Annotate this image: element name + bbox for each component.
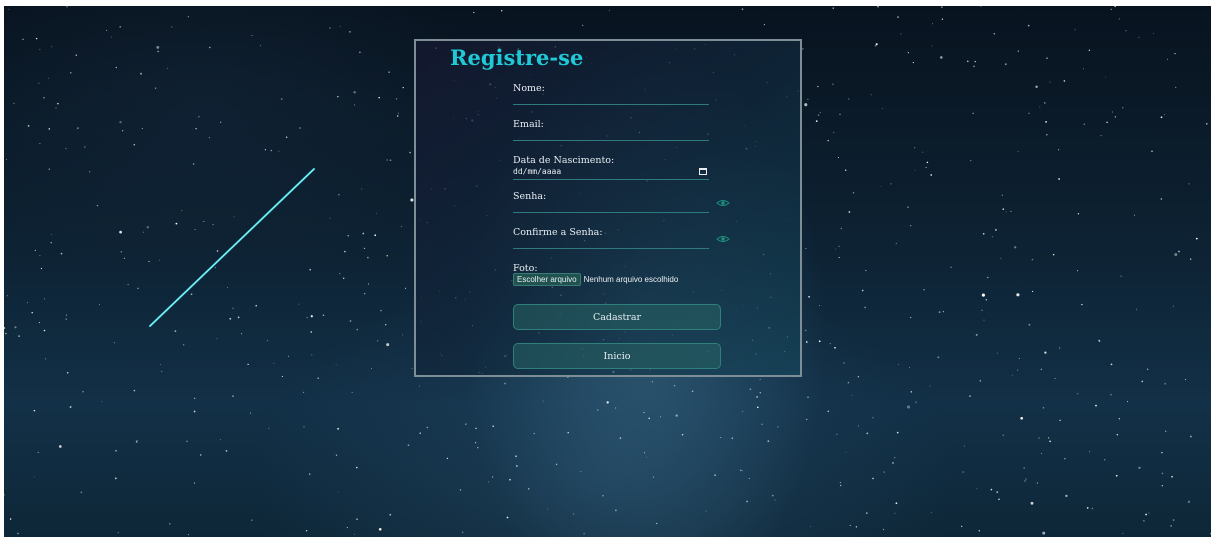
home-button[interactable]: Inicio (513, 343, 721, 369)
eye-icon[interactable] (716, 234, 730, 244)
choose-file-button[interactable]: Escolher arquivo (513, 273, 581, 286)
email-field[interactable]: Email: (513, 119, 709, 141)
eye-icon[interactable] (716, 198, 730, 208)
calendar-icon[interactable] (699, 168, 707, 175)
email-input-underline[interactable] (513, 140, 709, 141)
file-status-text: Nenhum arquivo escolhido (583, 275, 679, 284)
birthdate-input[interactable]: dd/mm/aaaa (513, 167, 709, 178)
file-input[interactable]: Escolher arquivo Nenhum arquivo escolhido (513, 273, 678, 286)
name-input-underline[interactable] (513, 104, 709, 105)
password-label: Senha: (513, 191, 547, 202)
birthdate-field[interactable]: Data de Nascimento: dd/mm/aaaa (513, 155, 709, 180)
confirm-password-input-underline[interactable] (513, 248, 709, 249)
birthdate-label: Data de Nascimento: (513, 155, 615, 166)
password-field[interactable]: Senha: (513, 191, 709, 213)
register-panel: Registre-se Nome: Email: Data de Nascime… (414, 39, 802, 377)
name-label: Nome: (513, 83, 545, 94)
birthdate-placeholder: dd/mm/aaaa (513, 167, 562, 176)
photo-field: Foto: Escolher arquivo Nenhum arquivo esc… (513, 263, 709, 286)
birthdate-input-underline (513, 179, 709, 180)
page-background: Registre-se Nome: Email: Data de Nascime… (4, 6, 1211, 537)
page-title: Registre-se (450, 45, 584, 70)
confirm-password-label: Confirme a Senha: (513, 227, 603, 238)
register-button[interactable]: Cadastrar (513, 304, 721, 330)
name-field[interactable]: Nome: (513, 83, 709, 105)
password-input-underline[interactable] (513, 212, 709, 213)
confirm-password-field[interactable]: Confirme a Senha: (513, 227, 709, 249)
email-label: Email: (513, 119, 544, 130)
